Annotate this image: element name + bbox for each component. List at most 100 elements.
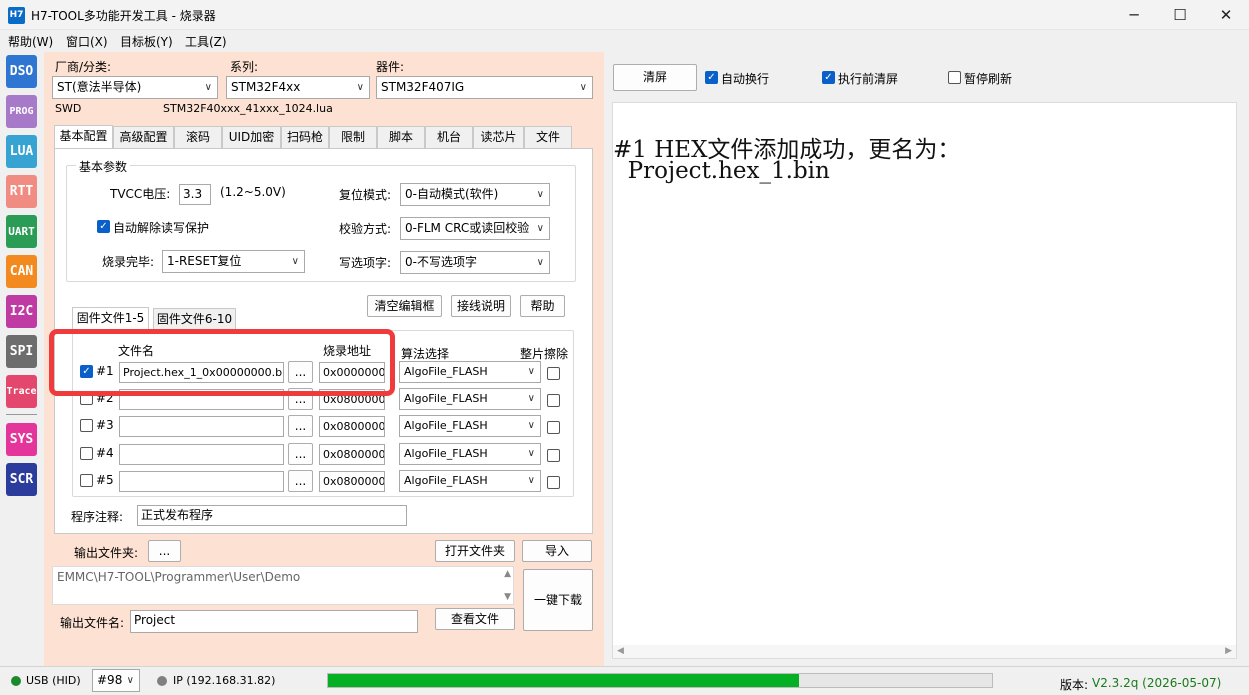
chip-erase-checkbox[interactable] xyxy=(547,449,560,462)
algo-select[interactable]: AlgoFile_FLASH ∨ xyxy=(399,415,541,437)
tvcc-input[interactable]: 3.3 xyxy=(179,184,211,205)
chip-erase-checkbox[interactable] xyxy=(547,394,560,407)
file-row-checkbox[interactable] xyxy=(80,447,93,460)
vendor-value: ST(意法半导体) xyxy=(57,80,142,94)
address-input[interactable]: 0x08000000 xyxy=(319,471,385,492)
menu-window[interactable]: 窗口(X) xyxy=(66,33,108,50)
vendor-select[interactable]: ST(意法半导体) ∨ xyxy=(52,76,218,99)
tab-uid-encrypt[interactable]: UID加密 xyxy=(222,126,281,148)
tab-firmware-1-5[interactable]: 固件文件1-5 xyxy=(72,307,149,331)
chevron-down-icon: ∨ xyxy=(527,420,535,431)
chip-erase-checkbox[interactable] xyxy=(547,367,560,380)
tab-read-chip[interactable]: 读芯片 xyxy=(473,126,524,148)
view-file-button[interactable]: 查看文件 xyxy=(435,608,515,630)
auto-unprotect-label: 自动解除读写保护 xyxy=(113,221,210,235)
sidebar-can-button[interactable]: CAN xyxy=(6,255,37,288)
part-label: 器件: xyxy=(376,60,405,74)
sidebar-lua-button[interactable]: LUA xyxy=(6,135,37,168)
address-input[interactable]: 0x08000000 xyxy=(319,416,385,437)
option-bytes-label: 写选项字: xyxy=(339,256,392,270)
algo-select[interactable]: AlgoFile_FLASH ∨ xyxy=(399,470,541,492)
file-path-input[interactable] xyxy=(119,471,284,492)
menu-tools[interactable]: 工具(Z) xyxy=(185,33,227,50)
option-bytes-select[interactable]: 0-不写选项字 ∨ xyxy=(400,251,550,274)
tab-machine[interactable]: 机台 xyxy=(425,126,473,148)
address-input[interactable]: 0x08000000 xyxy=(319,444,385,465)
tab-advanced[interactable]: 高级配置 xyxy=(113,126,174,148)
sidebar-rtt-button[interactable]: RTT xyxy=(6,175,37,208)
part-select[interactable]: STM32F407IG ∨ xyxy=(376,76,593,99)
pause-refresh-checkbox[interactable] xyxy=(948,71,961,84)
verify-select[interactable]: 0-FLM CRC或读回校验 ∨ xyxy=(400,217,550,240)
algo-select[interactable]: AlgoFile_FLASH ∨ xyxy=(399,361,541,383)
auto-unprotect-checkbox[interactable]: ✓ xyxy=(97,220,110,233)
tab-file[interactable]: 文件 xyxy=(524,126,572,148)
menu-target[interactable]: 目标板(Y) xyxy=(120,33,173,50)
output-name-input[interactable]: Project xyxy=(130,610,418,633)
chevron-down-icon: ∨ xyxy=(536,257,544,268)
scroll-left-icon[interactable]: ◀ xyxy=(617,646,624,656)
port-select[interactable]: #98 ∨ xyxy=(92,669,140,692)
tab-basic[interactable]: 基本配置 xyxy=(54,125,113,149)
horizontal-scrollbar[interactable]: ◀ ▶ xyxy=(613,645,1236,658)
algo-value: AlgoFile_FLASH xyxy=(404,447,488,460)
sidebar-spi-button[interactable]: SPI xyxy=(6,335,37,368)
sidebar-dso-button[interactable]: DSO xyxy=(6,55,37,88)
chip-erase-checkbox[interactable] xyxy=(547,476,560,489)
maximize-button[interactable]: ☐ xyxy=(1157,0,1203,30)
output-path-box[interactable]: EMMC\H7-TOOL\Programmer\User\Demo ▲ ▼ xyxy=(52,566,514,605)
scroll-up-icon[interactable]: ▲ xyxy=(504,569,511,579)
algo-header: 算法选择 xyxy=(401,347,450,361)
title-bar: H7 H7-TOOL多功能开发工具 - 烧录器 ─ ☐ ✕ xyxy=(0,0,1249,30)
file-row-checkbox[interactable] xyxy=(80,419,93,432)
chevron-down-icon: ∨ xyxy=(291,256,299,267)
clear-editor-button[interactable]: 清空编辑框 xyxy=(367,295,442,317)
tab-scanner[interactable]: 扫码枪 xyxy=(281,126,329,148)
output-folder-label: 输出文件夹: xyxy=(74,546,139,560)
tab-rolling-code[interactable]: 滚码 xyxy=(174,126,222,148)
chip-erase-checkbox[interactable] xyxy=(547,421,560,434)
tab-script[interactable]: 脚本 xyxy=(377,126,425,148)
file-path-input[interactable] xyxy=(119,444,284,465)
one-click-download-button[interactable]: 一键下载 xyxy=(523,569,593,631)
chevron-down-icon: ∨ xyxy=(527,366,535,377)
sidebar-sys-button[interactable]: SYS xyxy=(6,423,37,456)
algo-select[interactable]: AlgoFile_FLASH ∨ xyxy=(399,388,541,410)
menu-help[interactable]: 帮助(W) xyxy=(8,33,53,50)
scroll-down-icon[interactable]: ▼ xyxy=(504,592,511,602)
sidebar-i2c-button[interactable]: I2C xyxy=(6,295,37,328)
sidebar-prog-button[interactable]: PROG xyxy=(6,95,37,128)
clear-before-run-checkbox[interactable]: ✓ xyxy=(822,71,835,84)
reset-mode-select[interactable]: 0-自动模式(软件) ∨ xyxy=(400,183,550,206)
tab-firmware-6-10[interactable]: 固件文件6-10 xyxy=(153,308,236,330)
browse-file-button[interactable]: ... xyxy=(288,415,313,437)
browse-file-button[interactable]: ... xyxy=(288,470,313,492)
note-input[interactable]: 正式发布程序 xyxy=(137,505,407,526)
close-button[interactable]: ✕ xyxy=(1203,0,1249,30)
chevron-down-icon: ∨ xyxy=(527,448,535,459)
sidebar-uart-button[interactable]: UART xyxy=(6,215,37,248)
import-button[interactable]: 导入 xyxy=(522,540,592,562)
help-button[interactable]: 帮助 xyxy=(520,295,565,317)
ip-status-text: IP (192.168.31.82) xyxy=(173,674,276,687)
browse-file-button[interactable]: ... xyxy=(288,443,313,465)
chevron-down-icon: ∨ xyxy=(536,223,544,234)
series-select[interactable]: STM32F4xx ∨ xyxy=(226,76,370,99)
file-row-checkbox[interactable] xyxy=(80,474,93,487)
log-output[interactable]: #1 HEX文件添加成功，更名为： Project.hex_1.bin ◀ ▶ xyxy=(612,102,1237,659)
finish-select[interactable]: 1-RESET复位 ∨ xyxy=(162,250,305,273)
sidebar-scr-button[interactable]: SCR xyxy=(6,463,37,496)
algo-select[interactable]: AlgoFile_FLASH ∨ xyxy=(399,443,541,465)
clear-screen-button[interactable]: 清屏 xyxy=(613,64,697,91)
log-line: Project.hex_1.bin xyxy=(613,158,830,184)
output-folder-browse-button[interactable]: ... xyxy=(148,540,181,562)
file-path-input[interactable] xyxy=(119,416,284,437)
minimize-button[interactable]: ─ xyxy=(1111,0,1157,30)
sidebar-trace-button[interactable]: Trace xyxy=(6,375,37,408)
auto-wrap-checkbox[interactable]: ✓ xyxy=(705,71,718,84)
scroll-right-icon[interactable]: ▶ xyxy=(1225,646,1232,656)
port-value: #98 xyxy=(97,673,123,687)
wiring-guide-button[interactable]: 接线说明 xyxy=(451,295,511,317)
tab-limit[interactable]: 限制 xyxy=(329,126,377,148)
open-folder-button[interactable]: 打开文件夹 xyxy=(435,540,515,562)
